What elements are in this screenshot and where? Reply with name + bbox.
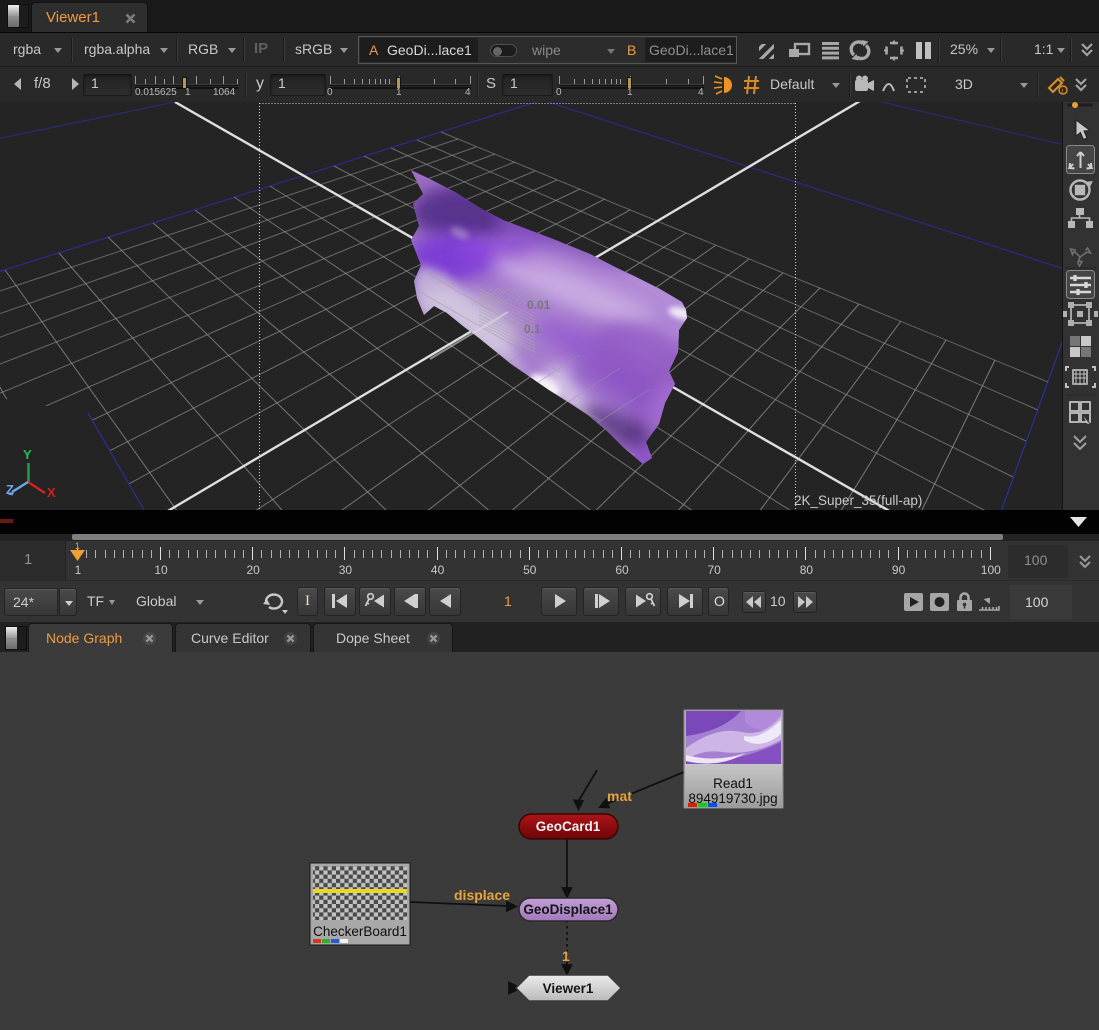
svg-text:Read1: Read1 xyxy=(713,776,753,791)
svg-text:1: 1 xyxy=(75,541,80,551)
svg-text:0.01: 0.01 xyxy=(527,298,551,312)
svg-text:Y: Y xyxy=(23,447,32,462)
svg-text:GeoCard1: GeoCard1 xyxy=(536,819,601,834)
svg-text:mat: mat xyxy=(607,788,632,804)
svg-text:1: 1 xyxy=(562,948,570,964)
svg-text:Viewer1: Viewer1 xyxy=(543,981,594,996)
svg-text:GeoDisplace1: GeoDisplace1 xyxy=(523,902,613,917)
svg-text:0.1: 0.1 xyxy=(524,322,541,336)
svg-text:displace: displace xyxy=(454,887,510,903)
svg-text:X: X xyxy=(47,485,56,500)
svg-text:Z: Z xyxy=(6,482,14,497)
svg-text:2K_Super_35(full-ap): 2K_Super_35(full-ap) xyxy=(794,493,922,508)
svg-text:CheckerBoard1: CheckerBoard1 xyxy=(313,924,407,939)
